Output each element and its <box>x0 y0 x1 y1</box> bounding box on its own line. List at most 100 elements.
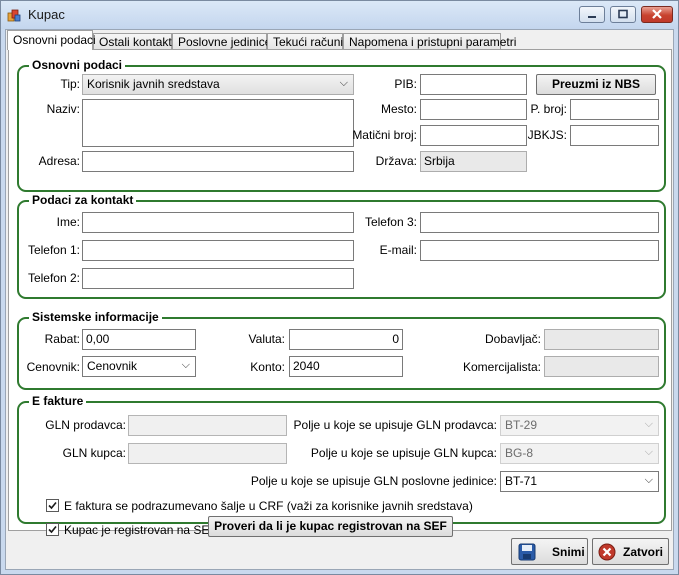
maximize-button[interactable] <box>610 6 636 23</box>
minimize-icon <box>588 16 596 18</box>
adresa-input[interactable] <box>82 151 354 172</box>
mesto-label: Mesto: <box>380 102 417 116</box>
cancel-icon <box>598 543 616 561</box>
email-label: E-mail: <box>379 243 417 257</box>
email-input[interactable] <box>420 240 659 261</box>
dobavljac-label: Dobavljač: <box>484 332 541 346</box>
polje-gln-pj-value: BT-71 <box>505 474 538 488</box>
konto-input[interactable]: 2040 <box>289 356 403 377</box>
tab-napomena[interactable]: Napomena i pristupni parametri <box>343 33 516 50</box>
tip-select-value: Korisnik javnih sredstava <box>87 77 220 91</box>
chevron-down-icon: ⌵ <box>181 359 190 371</box>
komercijalista-input[interactable] <box>544 356 659 377</box>
group-title: Osnovni podaci <box>29 58 126 73</box>
konto-label: Konto: <box>250 360 285 374</box>
maticni-broj-label: Matični broj: <box>352 128 417 142</box>
tab-osnovni-podaci[interactable]: Osnovni podaci <box>7 30 96 50</box>
mesto-input[interactable] <box>420 99 527 120</box>
pib-input[interactable] <box>420 74 527 95</box>
ime-label: Ime: <box>56 215 80 229</box>
cenovnik-select[interactable]: Cenovnik ⌵ <box>82 356 196 377</box>
cenovnik-label: Cenovnik: <box>26 360 80 374</box>
gln-prodavca-input[interactable] <box>128 415 287 436</box>
polje-gln-prodavca-value: BT-29 <box>505 418 538 432</box>
app-icon <box>7 9 21 22</box>
polje-gln-kupca-value: BG-8 <box>505 446 534 460</box>
drzava-input[interactable]: Srbija <box>420 151 527 172</box>
jbkjs-label: JBKJS: <box>527 128 567 142</box>
group-title: Sistemske informacije <box>29 310 162 325</box>
save-button-label: Snimi <box>552 545 585 559</box>
crf-checkbox[interactable] <box>46 499 59 512</box>
crf-checkbox-label[interactable]: E faktura se podrazumevano šalje u CRF (… <box>64 499 473 513</box>
group-title: E fakture <box>29 394 87 409</box>
group-podaci-za-kontakt: Podaci za kontakt Ime: Telefon 1: Telefo… <box>17 193 666 299</box>
polje-gln-kupca-select[interactable]: BG-8 ⌵ <box>500 443 659 464</box>
preuzmi-iz-nbs-button[interactable]: Preuzmi iz NBS <box>536 74 656 95</box>
valuta-label: Valuta: <box>248 332 285 346</box>
tab-tekuci-racuni[interactable]: Tekući računi <box>267 33 343 50</box>
polje-gln-kupca-label: Polje u koje se upisuje GLN kupca: <box>310 446 497 460</box>
group-e-fakture: E fakture GLN prodavca: GLN kupca: Polje… <box>17 394 666 537</box>
proveri-sef-button[interactable]: Proveri da li je kupac registrovan na SE… <box>208 516 453 537</box>
close-button[interactable]: Zatvori <box>592 538 669 565</box>
naziv-textarea[interactable] <box>82 99 354 147</box>
polje-gln-prodavca-select[interactable]: BT-29 ⌵ <box>500 415 659 436</box>
polje-gln-pj-select[interactable]: BT-71 ⌵ <box>500 471 659 492</box>
tab-ostali-kontakti[interactable]: Ostali kontakti <box>93 33 174 50</box>
telefon1-label: Telefon 1: <box>27 243 80 257</box>
telefon2-label: Telefon 2: <box>27 271 80 285</box>
jbkjs-input[interactable] <box>570 125 659 146</box>
rabat-label: Rabat: <box>44 332 80 346</box>
tab-page-osnovni-podaci: Osnovni podaci Tip: Korisnik javnih sred… <box>8 49 672 537</box>
minimize-button[interactable] <box>579 6 605 23</box>
komercijalista-label: Komercijalista: <box>462 360 541 374</box>
window-close-button[interactable] <box>641 6 673 23</box>
tab-poslovne-jedinice[interactable]: Poslovne jedinice <box>172 33 271 50</box>
tip-label: Tip: <box>60 77 80 91</box>
maticni-broj-input[interactable] <box>420 125 527 146</box>
telefon3-label: Telefon 3: <box>364 215 417 229</box>
tab-strip: Osnovni podaci Ostali kontakti Poslovne … <box>6 30 675 50</box>
close-button-label: Zatvori <box>623 545 664 559</box>
pbroj-label: P. broj: <box>530 102 567 116</box>
rabat-input[interactable]: 0,00 <box>82 329 196 350</box>
ime-input[interactable] <box>82 212 354 233</box>
chevron-down-icon: ⌵ <box>644 474 653 486</box>
polje-gln-pj-label: Polje u koje se upisuje GLN poslovne jed… <box>250 474 497 488</box>
title-bar[interactable]: Kupac <box>1 1 678 29</box>
sef-checkbox[interactable] <box>46 523 59 536</box>
gln-prodavca-label: GLN prodavca: <box>45 418 126 432</box>
telefon3-input[interactable] <box>420 212 659 233</box>
gln-kupca-label: GLN kupca: <box>62 446 126 460</box>
cenovnik-select-value: Cenovnik <box>87 359 138 373</box>
polje-gln-prodavca-label: Polje u koje se upisuje GLN prodavca: <box>293 418 497 432</box>
adresa-label: Adresa: <box>38 154 80 168</box>
pbroj-input[interactable] <box>570 99 659 120</box>
naziv-label: Naziv: <box>46 102 80 116</box>
dobavljac-input[interactable] <box>544 329 659 350</box>
gln-kupca-input[interactable] <box>128 443 287 464</box>
save-disk-icon <box>518 543 536 561</box>
group-title: Podaci za kontakt <box>29 193 137 208</box>
chevron-down-icon: ⌵ <box>644 446 653 458</box>
valuta-input[interactable]: 0 <box>289 329 403 350</box>
telefon1-input[interactable] <box>82 240 354 261</box>
window-title: Kupac <box>28 7 65 22</box>
checkmark-icon <box>48 525 57 534</box>
chevron-down-icon: ⌵ <box>644 418 653 430</box>
pib-label: PIB: <box>394 77 417 91</box>
drzava-label: Država: <box>375 154 417 168</box>
telefon2-input[interactable] <box>82 268 354 289</box>
close-icon <box>652 9 662 19</box>
window: Kupac Osnovni podaci Ostali kontakti Pos… <box>0 0 679 575</box>
sef-checkbox-label[interactable]: Kupac je registrovan na SEF <box>64 523 217 537</box>
client-area: Osnovni podaci Ostali kontakti Poslovne … <box>5 29 674 570</box>
chevron-down-icon: ⌵ <box>339 77 348 89</box>
group-osnovni-podaci: Osnovni podaci Tip: Korisnik javnih sred… <box>17 58 666 192</box>
checkmark-icon <box>48 501 57 510</box>
tip-select[interactable]: Korisnik javnih sredstava ⌵ <box>82 74 354 95</box>
maximize-icon <box>618 9 628 19</box>
save-button[interactable]: Snimi <box>511 538 588 565</box>
group-sistemske-informacije: Sistemske informacije Rabat: 0,00 Cenovn… <box>17 310 666 390</box>
